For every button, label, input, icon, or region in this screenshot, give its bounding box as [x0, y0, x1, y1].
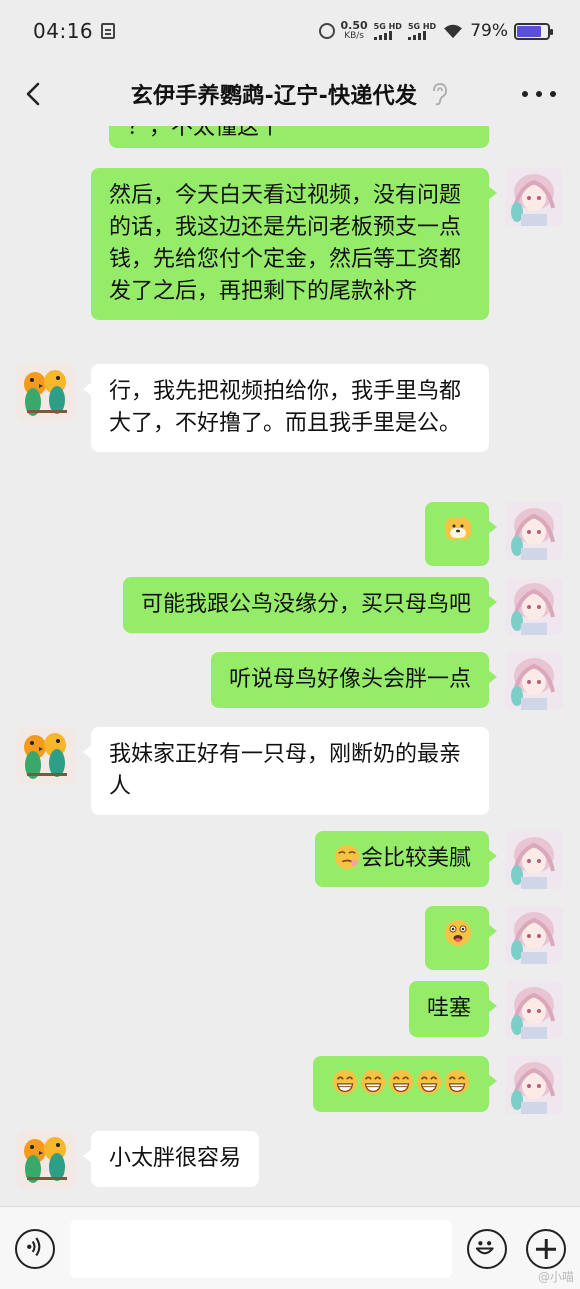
sim2-signal-icon: 5G HD: [407, 22, 437, 40]
grin-emoji-icon: [416, 1069, 442, 1095]
incoming-message[interactable]: 小太胖很容易: [82, 1131, 260, 1187]
net-speed: 0.50 KB/s: [340, 19, 368, 41]
net-speed-unit: KB/s: [344, 31, 364, 41]
incoming-message[interactable]: 行，我先把视频拍给你，我手里鸟都大了，不好撸了。而且我手里是公。: [83, 364, 489, 452]
message-row: 然后，今天白天看过视频，没有问题的话，我这边还是先问老板预支一点钱，先给您付个定…: [0, 168, 580, 348]
contact-avatar[interactable]: [17, 1131, 75, 1189]
grin-emoji-icon: [388, 1069, 414, 1095]
message-row: 可能我跟公鸟没缘分，买只母鸟吧: [0, 577, 580, 635]
my-avatar[interactable]: [505, 906, 563, 964]
sim1-label: 5G HD: [373, 22, 402, 31]
message-row: 会比较美腻: [0, 831, 580, 889]
message-row: [0, 502, 580, 566]
doge-emoji-icon: [445, 516, 471, 540]
alarm-icon: [318, 23, 335, 39]
battery-percent: 79%: [470, 21, 508, 41]
sim1-signal-icon: 5G HD: [373, 22, 402, 40]
my-avatar[interactable]: [505, 1056, 563, 1114]
my-avatar[interactable]: [505, 168, 563, 226]
my-avatar[interactable]: [505, 577, 563, 635]
outgoing-message[interactable]: ？，不太懂这个: [109, 126, 489, 148]
outgoing-message[interactable]: 会比较美腻: [314, 831, 498, 887]
outgoing-message[interactable]: 哇塞: [408, 981, 498, 1037]
status-time: 04:16: [33, 19, 94, 43]
my-avatar[interactable]: [505, 652, 563, 710]
ear-icon: [433, 83, 448, 106]
contact-avatar[interactable]: [17, 364, 75, 422]
grin-emoji-icon: [444, 1069, 470, 1095]
chat-header: 玄伊手养鹦鹉-辽宁-快递代发: [0, 62, 580, 126]
chat-title: 玄伊手养鹦鹉-辽宁-快递代发: [130, 84, 418, 109]
emoji-face-icon: [475, 1241, 494, 1255]
message-row: 哇塞: [0, 981, 580, 1039]
incoming-message[interactable]: 我妹家正好有一只母，刚断奶的最亲人: [83, 727, 489, 815]
my-avatar[interactable]: [505, 981, 563, 1039]
emoji-button[interactable]: [467, 1229, 507, 1269]
more-button[interactable]: [522, 82, 556, 106]
message-text: 会比较美腻: [360, 846, 471, 871]
tongue-emoji-icon: [445, 920, 471, 946]
outgoing-message[interactable]: [313, 1056, 497, 1112]
message-row: 我妹家正好有一只母，刚断奶的最亲人: [0, 727, 580, 815]
message-text: 哇塞: [426, 996, 471, 1021]
status-bar: 04:16 0.50 KB/s 5G HD 5G HD 79%: [0, 0, 580, 62]
battery-level: [517, 25, 541, 37]
net-speed-value: 0.50: [340, 19, 368, 32]
message-text: ？，不太懂这个: [127, 126, 282, 140]
notification-icon: [101, 23, 116, 39]
input-bar: @小喵: [0, 1206, 580, 1289]
outgoing-message[interactable]: 可能我跟公鸟没缘分，买只母鸟吧: [122, 577, 498, 633]
emoji-sticker: [331, 1069, 471, 1096]
my-avatar[interactable]: [505, 502, 563, 560]
my-avatar[interactable]: [505, 831, 563, 889]
voice-icon: [27, 1237, 41, 1257]
emoji-sticker: [443, 920, 473, 954]
battery-icon: [514, 22, 553, 40]
message-row: [0, 1056, 580, 1114]
emoji-sticker: [443, 516, 473, 550]
grin-emoji-icon: [332, 1069, 358, 1095]
message-text: 我妹家正好有一只母，刚断奶的最亲人: [109, 742, 462, 799]
voice-button[interactable]: [15, 1229, 55, 1269]
plus-button[interactable]: [526, 1229, 566, 1269]
outgoing-message[interactable]: [425, 502, 497, 566]
emoji-sticker: [333, 844, 361, 871]
message-input[interactable]: [70, 1220, 452, 1278]
message-row: [0, 906, 580, 970]
smirk-emoji-icon: [334, 844, 360, 870]
message-text: 然后，今天白天看过视频，没有问题的话，我这边还是先问老板预支一点钱，先给您付个定…: [109, 183, 462, 304]
outgoing-message[interactable]: 听说母鸟好像头会胖一点: [210, 652, 498, 708]
message-list[interactable]: ？，不太懂这个然后，今天白天看过视频，没有问题的话，我这边还是先问老板预支一点钱…: [0, 126, 580, 1206]
message-text: 小太胖很容易: [109, 1146, 242, 1171]
back-button[interactable]: [18, 78, 48, 110]
status-indicators: 0.50 KB/s 5G HD 5G HD 79%: [318, 19, 553, 41]
contact-avatar[interactable]: [17, 727, 75, 785]
sim2-label: 5G HD: [407, 22, 437, 31]
more-dots-icon: [522, 91, 528, 97]
message-text: 可能我跟公鸟没缘分，买只母鸟吧: [140, 592, 471, 617]
outgoing-message[interactable]: [425, 906, 497, 970]
message-text: 行，我先把视频拍给你，我手里鸟都大了，不好撸了。而且我手里是公。: [109, 379, 462, 436]
message-row: 行，我先把视频拍给你，我手里鸟都大了，不好撸了。而且我手里是公。: [0, 364, 580, 484]
message-row: ？，不太懂这个: [0, 126, 580, 148]
grin-emoji-icon: [360, 1069, 386, 1095]
chevron-left-icon: [26, 82, 40, 106]
outgoing-message[interactable]: 然后，今天白天看过视频，没有问题的话，我这边还是先问老板预支一点钱，先给您付个定…: [91, 168, 497, 320]
message-row: 小太胖很容易: [0, 1131, 580, 1189]
watermark: @小喵: [537, 1270, 574, 1284]
wifi-icon: [444, 24, 463, 39]
message-row: 听说母鸟好像头会胖一点: [0, 652, 580, 710]
message-text: 听说母鸟好像头会胖一点: [228, 667, 471, 692]
